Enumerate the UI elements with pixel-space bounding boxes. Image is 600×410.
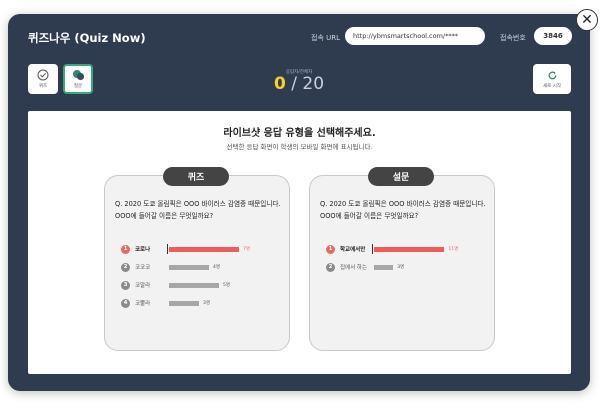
survey-card-header: 설문 bbox=[368, 167, 434, 186]
response-count: 11명 bbox=[448, 247, 459, 252]
restart-label: 새로 시작 bbox=[543, 83, 561, 89]
option-number-badge: 2 bbox=[326, 262, 335, 272]
option-row: 2 집에서 하는 3명 bbox=[326, 262, 490, 272]
respondent-counter: 0 / 20 bbox=[8, 74, 590, 94]
response-count: 3명 bbox=[397, 265, 405, 270]
response-bar bbox=[169, 264, 209, 270]
response-type-panel: 라이브샷 응답 유형을 선택해주세요. 선택한 응답 화면이 학생의 모바일 화… bbox=[28, 111, 571, 374]
response-bar bbox=[169, 246, 239, 252]
option-row: 3 코알라 5명 bbox=[121, 280, 285, 290]
response-count: 4명 bbox=[213, 265, 221, 270]
option-number-badge: 3 bbox=[121, 280, 130, 290]
restart-button[interactable]: 새로 시작 bbox=[533, 64, 571, 94]
response-bar bbox=[169, 282, 219, 288]
access-code-label: 접속번호 bbox=[500, 34, 526, 42]
quiz-card[interactable]: 퀴즈 Q. 2020 도쿄 올림픽은 OOO 바이러스 감염증 때문입니다. O… bbox=[104, 167, 290, 351]
option-number-badge: 1 bbox=[121, 244, 130, 254]
quiz-question: Q. 2020 도쿄 올림픽은 OOO 바이러스 감염증 때문입니다. OOO에… bbox=[115, 200, 281, 220]
option-text: 집에서 하는 bbox=[340, 265, 368, 271]
quiz-now-modal: 퀴즈나우 (Quiz Now) 접속 URL 접속번호 3846 퀴즈 질문 응… bbox=[8, 14, 590, 391]
close-icon: ✕ bbox=[581, 12, 593, 28]
response-bar bbox=[169, 300, 199, 306]
option-text: 학교에서만 bbox=[340, 247, 366, 253]
app-title: 퀴즈나우 (Quiz Now) bbox=[28, 31, 146, 45]
option-row: 4 코뿔라 3명 bbox=[121, 298, 285, 308]
answered-count: 0 bbox=[273, 74, 286, 94]
panel-title: 라이브샷 응답 유형을 선택해주세요. bbox=[223, 128, 376, 139]
url-label: 접속 URL bbox=[311, 34, 340, 42]
option-row: 1 코로나 7명 bbox=[121, 244, 285, 254]
option-text: 코알라 bbox=[135, 283, 151, 289]
option-text: 코코코 bbox=[135, 265, 151, 271]
option-text: 코로나 bbox=[135, 247, 151, 253]
close-button[interactable]: ✕ bbox=[576, 9, 598, 31]
option-row: 2 코코코 4명 bbox=[121, 262, 285, 272]
counter-separator: / bbox=[291, 74, 297, 94]
quiz-card-header: 퀴즈 bbox=[163, 167, 229, 186]
option-row: 1 학교에서만 11명 bbox=[326, 244, 490, 254]
response-bar bbox=[374, 246, 445, 252]
response-count: 7명 bbox=[243, 247, 251, 252]
url-field[interactable] bbox=[345, 27, 485, 45]
survey-card[interactable]: 설문 Q. 2020 도쿄 올림픽은 OOO 바이러스 감염증 때문입니다. O… bbox=[309, 167, 495, 351]
refresh-icon bbox=[548, 70, 556, 79]
option-number-badge: 4 bbox=[121, 298, 130, 308]
access-code-field[interactable]: 3846 bbox=[534, 27, 572, 45]
option-number-badge: 2 bbox=[121, 262, 130, 272]
survey-question: Q. 2020 도쿄 올림픽은 OOO 바이러스 감염증 때문입니다. OOO에… bbox=[320, 200, 486, 220]
total-count: 20 bbox=[302, 74, 325, 94]
option-text: 코뿔라 bbox=[135, 301, 151, 307]
response-count: 5명 bbox=[223, 283, 231, 288]
response-count: 3명 bbox=[203, 301, 211, 306]
response-bar bbox=[374, 264, 394, 270]
panel-subtitle: 선택한 응답 화면이 학생의 모바일 화면에 표시됩니다. bbox=[226, 143, 373, 151]
option-number-badge: 1 bbox=[326, 244, 335, 254]
